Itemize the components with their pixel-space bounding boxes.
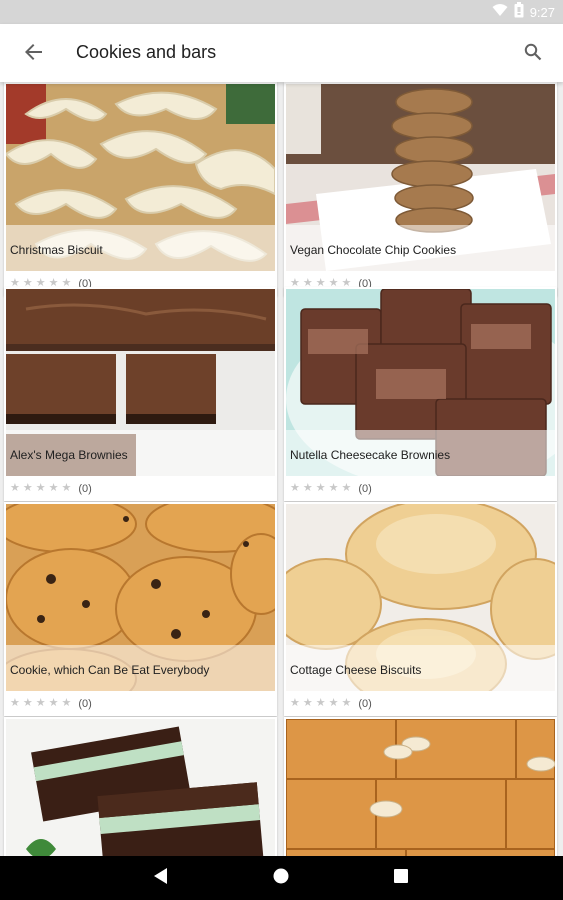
triangle-back-icon [153, 867, 169, 890]
recipe-card[interactable]: Christmas Biscuit ★ ★ ★ ★ ★ (0) [4, 82, 277, 296]
status-bar: 9:27 [0, 0, 563, 24]
rating-row: ★ ★ ★ ★ ★ (0) [284, 691, 557, 716]
recipe-image: Nutella Cheesecake Brownies [286, 289, 555, 476]
recipe-card[interactable]: Nutella Cheesecake Brownies ★ ★ ★ ★ ★ (0… [284, 287, 557, 501]
circle-home-icon [272, 867, 290, 890]
recipe-title: Vegan Chocolate Chip Cookies [290, 243, 457, 257]
wifi-icon [492, 3, 508, 22]
star-icon: ★ [328, 482, 339, 494]
recipe-image: Cottage Cheese Biscuits [286, 504, 555, 691]
star-icon: ★ [290, 697, 300, 709]
rating-row: ★ ★ ★ ★ ★ (0) [4, 691, 277, 716]
recipe-card[interactable] [4, 717, 277, 856]
star-icon: ★ [35, 482, 46, 494]
recipe-title: Alex's Mega Brownies [10, 448, 128, 462]
app-bar: Cookies and bars [0, 24, 563, 82]
star-icon: ★ [341, 482, 352, 494]
star-icon: ★ [61, 697, 72, 709]
star-icon: ★ [302, 482, 313, 494]
star-icon: ★ [315, 482, 326, 494]
arrow-back-icon [25, 43, 43, 66]
star-icon: ★ [48, 697, 59, 709]
star-icon: ★ [48, 482, 59, 494]
battery-icon [514, 1, 524, 23]
system-nav-bar [0, 856, 563, 900]
recipe-title: Cottage Cheese Biscuits [290, 663, 422, 677]
star-icon: ★ [315, 697, 326, 709]
recipe-image: Alex's Mega Brownies [6, 289, 275, 476]
rating-count: (0) [358, 697, 372, 710]
page-title: Cookies and bars [76, 42, 217, 62]
nav-back-button[interactable] [149, 866, 173, 890]
recipe-title: Nutella Cheesecake Brownies [290, 448, 451, 462]
star-icon: ★ [341, 697, 352, 709]
rating-row: ★ ★ ★ ★ ★ (0) [4, 476, 277, 501]
recipe-image: Christmas Biscuit [6, 84, 275, 271]
recipe-grid: Christmas Biscuit ★ ★ ★ ★ ★ (0) Vegan Ch… [0, 82, 563, 856]
recipe-title: Christmas Biscuit [10, 243, 103, 257]
star-icon: ★ [290, 482, 300, 494]
recipe-card[interactable] [284, 717, 557, 856]
rating-row: ★ ★ ★ ★ ★ (0) [284, 476, 557, 501]
recipe-image: Cookie, which Can Be Eat Everybody [6, 504, 275, 691]
recipe-card[interactable]: Cookie, which Can Be Eat Everybody ★ ★ ★… [4, 502, 277, 716]
recipe-card[interactable]: Alex's Mega Brownies ★ ★ ★ ★ ★ (0) [4, 287, 277, 501]
star-icon: ★ [35, 697, 46, 709]
app-screen: 9:27 Cookies and bars Christmas Biscuit … [0, 0, 563, 900]
rating-count: (0) [78, 697, 92, 710]
nav-recents-button[interactable] [389, 866, 413, 890]
recipe-image: Vegan Chocolate Chip Cookies [286, 84, 555, 271]
star-icon: ★ [61, 482, 72, 494]
nav-home-button[interactable] [269, 866, 293, 890]
recipe-card[interactable]: Vegan Chocolate Chip Cookies ★ ★ ★ ★ ★ (… [284, 82, 557, 296]
rating-count: (0) [78, 482, 92, 495]
star-icon: ★ [22, 697, 33, 709]
search-button[interactable] [519, 40, 547, 68]
recipe-title: Cookie, which Can Be Eat Everybody [10, 663, 210, 677]
star-icon: ★ [328, 697, 339, 709]
star-icon: ★ [302, 697, 313, 709]
recipe-image [286, 719, 555, 856]
recipe-card[interactable]: Cottage Cheese Biscuits ★ ★ ★ ★ ★ (0) [284, 502, 557, 716]
status-time: 9:27 [529, 4, 555, 20]
status-icons: 9:27 [492, 1, 555, 23]
recipe-image [6, 719, 275, 856]
back-button[interactable] [20, 40, 48, 68]
square-recents-icon [393, 868, 409, 889]
star-icon: ★ [10, 482, 20, 494]
star-icon: ★ [22, 482, 33, 494]
star-icon: ★ [10, 697, 20, 709]
rating-count: (0) [358, 482, 372, 495]
search-icon [524, 43, 542, 66]
